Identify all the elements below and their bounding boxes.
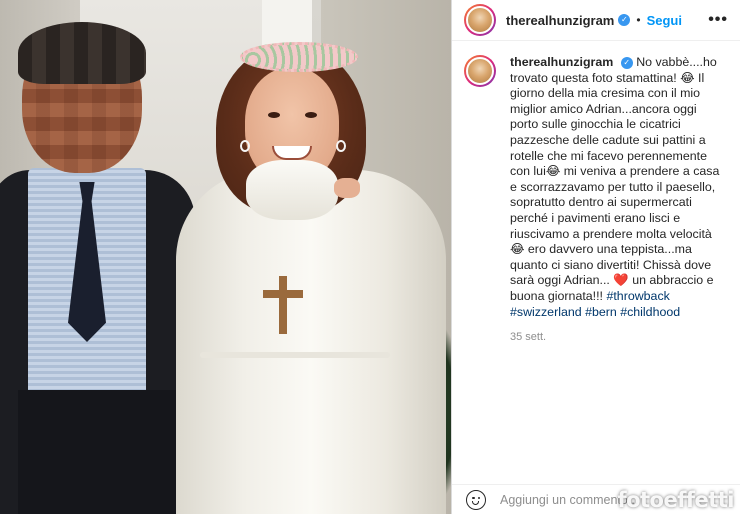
more-options-icon[interactable]: •••: [708, 11, 728, 29]
caption-text-block: therealhunzigram ✓ No vabbè....ho trovat…: [510, 55, 725, 346]
post-photo[interactable]: [0, 0, 451, 514]
earring-right: [336, 140, 346, 152]
wooden-cross-horizontal: [263, 290, 303, 298]
post-header: therealhunzigram ✓ • Segui •••: [452, 0, 740, 41]
girl-eye-right: [305, 112, 317, 118]
caption-verified-badge-icon: ✓: [620, 56, 633, 69]
caption-area: therealhunzigram ✓ No vabbè....ho trovat…: [452, 41, 740, 346]
flower-wreath: [240, 42, 358, 72]
boy-pants: [18, 390, 178, 514]
robe-collar: [246, 160, 338, 220]
verified-badge-icon: ✓: [618, 14, 631, 26]
girl-hand-on-shoulder: [334, 178, 360, 198]
caption-avatar-image: [466, 57, 494, 85]
profile-avatar[interactable]: [464, 4, 496, 36]
robe-belt: [200, 352, 390, 358]
post-time-ago[interactable]: 35 sett.: [510, 330, 725, 346]
avatar-image: [466, 6, 494, 34]
wooden-cross-vertical: [279, 276, 287, 334]
girl-white-robe: [176, 170, 446, 514]
emoji-mouth: [472, 500, 479, 505]
boy-hair: [18, 22, 146, 84]
emoji-icon[interactable]: [466, 489, 486, 510]
fotoeffetti-watermark: fotoeffetti: [617, 488, 734, 512]
caption-username[interactable]: therealhunzigram: [510, 55, 613, 69]
caption-avatar[interactable]: [464, 55, 496, 87]
instagram-post: therealhunzigram ✓ • Segui ••• therealhu…: [0, 0, 740, 514]
caption-text: No vabbè....ho trovato questa foto stama…: [510, 55, 720, 303]
follow-button[interactable]: Segui: [647, 13, 682, 28]
post-side-panel: therealhunzigram ✓ • Segui ••• therealhu…: [451, 0, 740, 514]
header-separator: •: [636, 13, 641, 27]
girl-eye-left: [268, 112, 280, 118]
earring-left: [240, 140, 250, 152]
header-username[interactable]: therealhunzigram: [506, 13, 614, 28]
